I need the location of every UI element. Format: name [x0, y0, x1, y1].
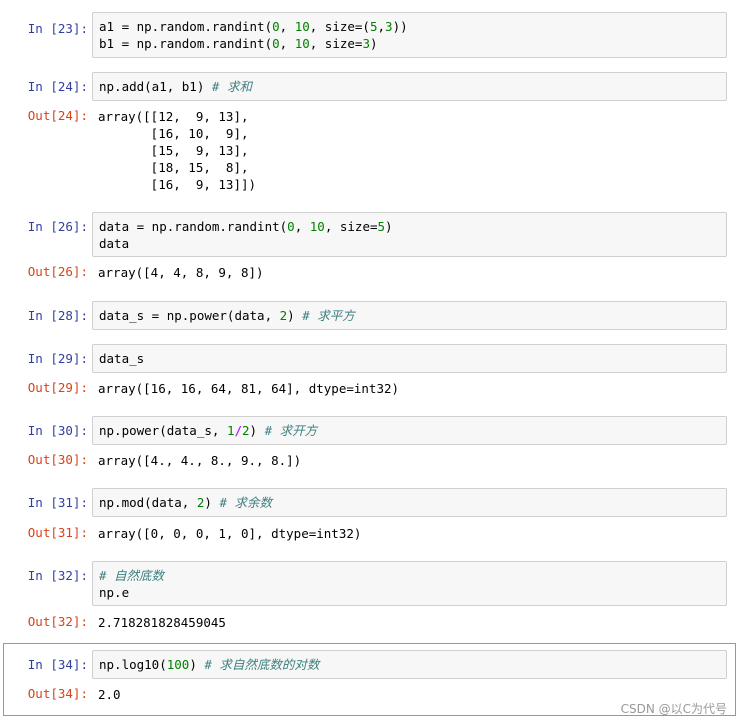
in-prompt: In [29]: — [27, 351, 88, 366]
output-line: array([[12, 9, 13], — [98, 109, 249, 124]
in-prompt: In [32]: — [27, 568, 88, 583]
output-line: 2.718281828459045 — [98, 615, 226, 630]
code-input[interactable]: data_s — [92, 344, 727, 373]
output-line: [16, 9, 13]]) — [98, 177, 257, 192]
in-prompt: In [23]: — [27, 21, 88, 36]
output-line: [15, 9, 13], — [98, 143, 249, 158]
code-line: data — [99, 236, 130, 251]
output-line: array([0, 0, 0, 1, 0], dtype=int32) — [98, 526, 362, 541]
output-line: array([4., 4., 8., 9., 8.]) — [98, 453, 302, 468]
code-line: data = np.random.randint(0, 10, size=5) — [99, 219, 393, 234]
code-line: np.e — [99, 585, 130, 600]
code-input[interactable]: np.power(data_s, 1/2) # 求开方 — [92, 416, 727, 445]
code-input[interactable]: np.mod(data, 2) # 求余数 — [92, 488, 727, 517]
out-prompt: Out[34]: — [27, 686, 88, 701]
in-prompt: In [31]: — [27, 495, 88, 510]
output-line: 2.0 — [98, 687, 121, 702]
code-input[interactable]: data = np.random.randint(0, 10, size=5) … — [92, 212, 727, 257]
code-input[interactable]: a1 = np.random.randint(0, 10, size=(5,3)… — [92, 12, 727, 58]
code-comment: # 自然底数 — [99, 568, 165, 583]
code-input[interactable]: np.add(a1, b1) # 求和 — [92, 72, 727, 101]
out-prompt: Out[26]: — [27, 264, 88, 279]
code-line: np.power(data_s, 1/2) # 求开方 — [99, 423, 318, 438]
output-line: array([4, 4, 8, 9, 8]) — [98, 265, 264, 280]
code-line: np.mod(data, 2) # 求余数 — [99, 495, 272, 510]
out-prompt: Out[30]: — [27, 452, 88, 467]
in-prompt: In [26]: — [27, 219, 88, 234]
code-line: a1 = np.random.randint(0, 10, size=(5,3)… — [99, 19, 408, 34]
code-input[interactable]: np.log10(100) # 求自然底数的对数 — [92, 650, 727, 679]
out-prompt: Out[31]: — [27, 525, 88, 540]
out-prompt: Out[24]: — [27, 108, 88, 123]
output-line: array([16, 16, 64, 81, 64], dtype=int32) — [98, 381, 400, 396]
code-line: np.log10(100) # 求自然底数的对数 — [99, 657, 320, 672]
in-prompt: In [34]: — [27, 657, 88, 672]
code-input[interactable]: data_s = np.power(data, 2) # 求平方 — [92, 301, 727, 330]
output-line: [16, 10, 9], — [98, 126, 249, 141]
code-input[interactable]: # 自然底数 np.e — [92, 561, 727, 606]
code-line: data_s — [99, 351, 145, 366]
output-line: [18, 15, 8], — [98, 160, 249, 175]
out-prompt: Out[29]: — [27, 380, 88, 395]
in-prompt: In [30]: — [27, 423, 88, 438]
in-prompt: In [28]: — [27, 308, 88, 323]
in-prompt: In [24]: — [27, 79, 88, 94]
code-line: np.add(a1, b1) # 求和 — [99, 79, 252, 94]
watermark: CSDN @以C为代号 — [620, 702, 727, 716]
code-line: data_s = np.power(data, 2) # 求平方 — [99, 308, 355, 323]
code-line: b1 = np.random.randint(0, 10, size=3) — [99, 36, 378, 51]
out-prompt: Out[32]: — [27, 614, 88, 629]
